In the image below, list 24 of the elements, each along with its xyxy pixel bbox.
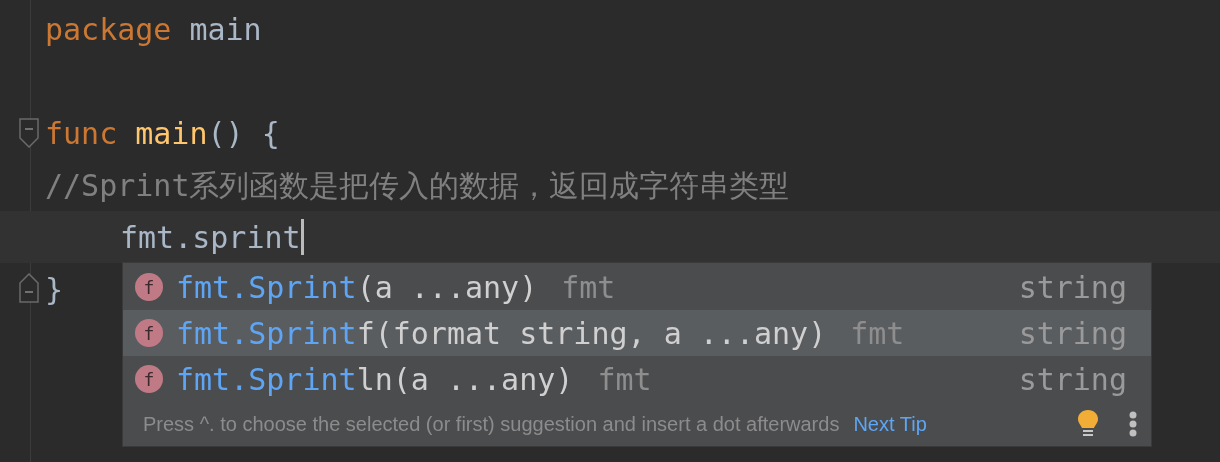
code-line: package main [45,10,262,49]
suggestion-type: string [1018,268,1127,307]
suggestion-item[interactable]: f fmt.Sprintln(a ...any) fmt string [123,356,1151,402]
lightbulb-icon[interactable] [1077,409,1099,439]
suggestion-package: fmt [561,268,616,307]
suggestion-signature: fmt.Sprint(a ...any) [176,268,538,307]
fold-icon[interactable] [19,118,39,148]
suggestion-type: string [1018,314,1127,353]
more-icon[interactable] [1129,411,1137,437]
code-line: //Sprint系列函数是把传入的数据，返回成字符串类型 [45,166,790,205]
function-icon: f [135,365,163,393]
suggestion-signature: fmt.Sprintf(format string, a ...any) [176,314,827,353]
fold-icon[interactable] [19,273,39,303]
suggestion-package: fmt [597,360,652,399]
code-line: func main() { [45,114,280,153]
function-icon: f [135,273,163,301]
next-tip-link[interactable]: Next Tip [853,409,927,439]
hint-text: Press ^. to choose the selected (or first) suggestion and insert a dot afterwards [143,412,840,437]
suggestion-signature: fmt.Sprintln(a ...any) [176,360,574,399]
text-cursor [300,219,304,255]
suggestion-item[interactable]: f fmt.Sprint(a ...any) fmt string [123,264,1151,310]
suggestion-type: string [1018,360,1127,399]
function-icon: f [135,319,163,347]
code-line: } [45,270,64,309]
